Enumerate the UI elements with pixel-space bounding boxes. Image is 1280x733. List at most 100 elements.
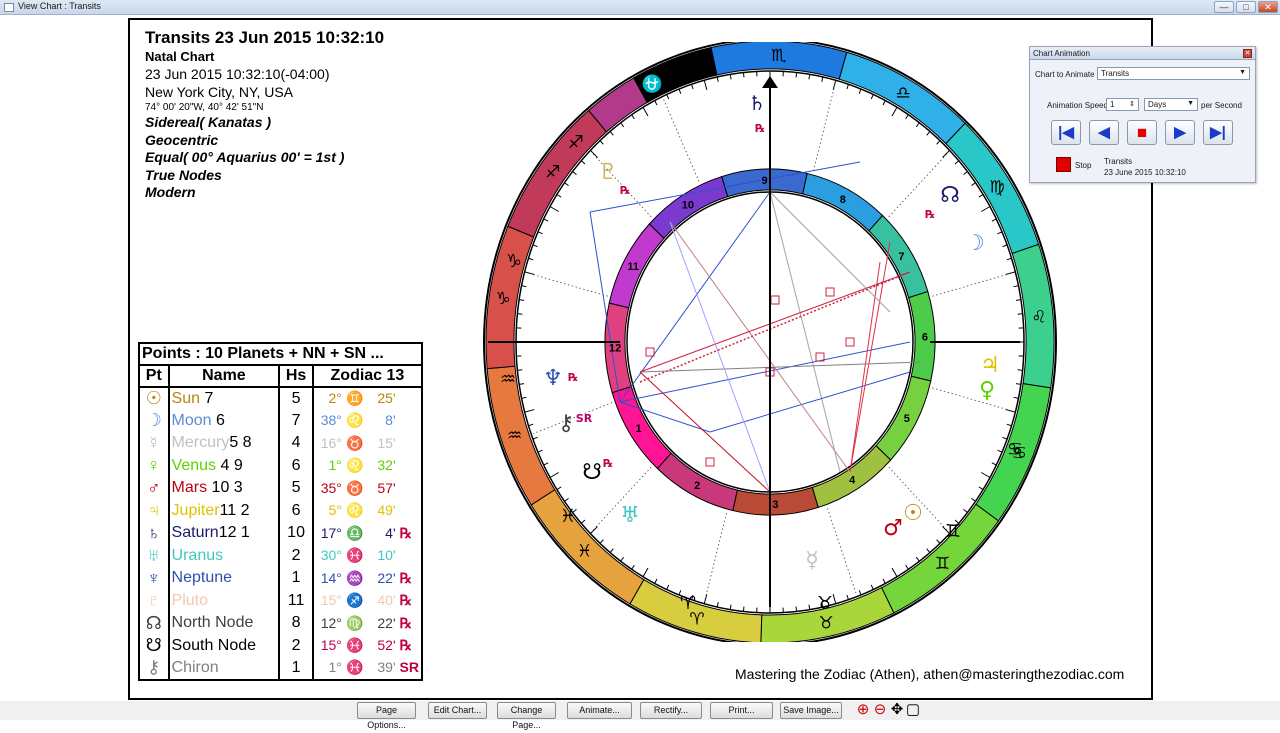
col-header-zodiac: Zodiac 13 [313,365,422,387]
change-page-button[interactable]: Change Page... [497,702,556,719]
zodiac-minute: 22' [368,570,396,586]
animation-panel-title: Chart Animation [1030,47,1255,60]
step-back-button[interactable]: ◀ [1089,120,1119,145]
transit-glyph-icon: ♋ [1007,439,1023,460]
transit-glyph-icon: ℞ [603,457,613,470]
planet-name-cell: Uranus [169,545,280,568]
zodiac-minute: 15' [368,435,396,451]
planet-name-cell: South Node [169,635,280,658]
zoom-out-icon[interactable]: ⊖ [872,702,888,718]
planet-glyph-icon: ☊ [139,612,169,635]
animate-button[interactable]: Animate... [567,702,632,719]
planet-house-refs: 11 2 [220,502,250,519]
planet-name: Neptune [172,569,233,586]
status-title: Transits [1104,157,1132,166]
transit-glyph-icon: ℞ [568,371,578,384]
table-row: ☋South Node215° ♓ 52' ℞ [139,635,422,658]
planet-name-cell: Pluto [169,590,280,613]
planet-name-cell: Saturn12 1 [169,522,280,545]
planet-glyph-icon: ⚷ [139,657,169,680]
move-icon[interactable]: ✥ [889,702,905,718]
house-cell: 2 [279,545,313,568]
minimize-button[interactable]: — [1214,1,1234,13]
tick [796,72,797,77]
zodiac-degree: 12° [316,615,342,631]
planet-glyph-icon: ☿ [139,432,169,455]
zodiac-degree: 35° [316,480,342,496]
planet-name: Chiron [172,659,219,676]
close-button[interactable]: ✕ [1258,1,1278,13]
animation-speed-input[interactable]: 1 ⇕ [1106,98,1139,111]
col-header-pt: Pt [139,365,169,387]
maximize-button[interactable]: □ [1236,1,1256,13]
page-options-button[interactable]: Page Options... [357,702,416,719]
chart-header: Transits 23 Jun 2015 10:32:10 Natal Char… [145,28,384,202]
transit-glyph-icon: ☉ [903,501,923,526]
planet-name-cell: Moon 6 [169,410,280,433]
retrograde-flag: SR [400,659,419,675]
speed-unit-value: Days [1148,100,1166,109]
table-row: ⚷Chiron11° ♓ 39' SR [139,657,422,680]
first-frame-button[interactable]: |◀ [1051,120,1081,145]
app-icon [4,3,14,12]
planet-glyph-icon: ☋ [139,635,169,658]
rectify-button[interactable]: Rectify... [640,702,702,719]
table-row: ☉Sun 752° ♊ 25' [139,387,422,410]
chart-coordinates: 74° 00' 20"W, 40° 42' 51"N [145,101,384,114]
planet-name-cell: Venus 4 9 [169,455,280,478]
house-cell: 7 [279,410,313,433]
zodiac-minute: 32' [368,457,396,473]
transit-glyph-icon: ⚷ [558,411,574,436]
zodiac-cell: 35° ♉ 57' [313,477,422,500]
zodiac-cell: 38° ♌ 8' [313,410,422,433]
planet-name: Mars [172,479,208,496]
house-cell: 4 [279,432,313,455]
zodiac-sign-icon: ♓ [346,659,364,676]
table-row: ☊North Node812° ♍ 22' ℞ [139,612,422,635]
last-frame-button[interactable]: ▶| [1203,120,1233,145]
transit-glyph-icon: ℞ [755,122,765,135]
save-image-button[interactable]: Save Image... [780,702,842,719]
zodiac-cell: 17° ♎ 4' ℞ [313,522,422,545]
print-button[interactable]: Print... [710,702,773,719]
planet-house-refs: 12 1 [219,524,250,541]
window-title: View Chart : Transits [18,1,101,11]
chart-wheel[interactable]: ♏♎♍♌♋♊♉♈♓♒♑♐⛎ 123456789101112 ♄℞☊℞☽♃♀♋♊☉… [470,42,1070,642]
stop-button[interactable]: ■ [1127,120,1157,145]
zodiac-sign-icon: ♒ [507,426,522,446]
house-number: 9 [762,175,768,187]
transit-glyph-icon: ♆ [543,366,563,391]
step-forward-button[interactable]: ▶ [1165,120,1195,145]
planet-name: Saturn [172,524,219,541]
zodiac-degree: 38° [316,412,342,428]
zodiac-cell: 14° ♒ 22' ℞ [313,567,422,590]
table-row: ☿Mercury5 8416° ♉ 15' [139,432,422,455]
spinner-icon[interactable]: ⇕ [1129,100,1135,108]
planet-glyph-icon: ♂ [139,477,169,500]
planet-name-cell: Chiron [169,657,280,680]
transit-glyph-icon: ♈ [680,593,696,614]
animation-close-button[interactable]: ✕ [1243,49,1252,58]
table-row: ♇Pluto1115° ♐ 40' ℞ [139,590,422,613]
planet-glyph-icon: ♅ [139,545,169,568]
fit-icon[interactable]: ▢ [905,702,921,718]
transit-glyph-icon: SR [576,412,593,425]
tick [743,72,744,77]
zoom-in-icon[interactable]: ⊕ [855,702,871,718]
planet-name: Venus [172,457,216,474]
zodiac-sign-icon: ♎ [346,525,364,542]
house-number: 2 [694,480,700,492]
zodiac-sign-icon: ♉ [346,435,364,452]
tick [1018,314,1023,315]
chart-to-animate-select[interactable]: Transits ▼ [1097,67,1250,80]
planet-house-refs: 6 [212,412,225,429]
tick [517,370,522,371]
zodiac-sign-icon: ♌ [346,457,364,474]
planet-name: Sun [172,390,200,407]
zodiac-degree: 15° [316,592,342,608]
edit-chart-button[interactable]: Edit Chart... [428,702,487,719]
house-number: 6 [922,331,928,343]
speed-unit-select[interactable]: Days ▼ [1144,98,1198,111]
setting-house-system: Equal( 00° Aquarius 00' = 1st ) [145,149,384,167]
retrograde-flag: ℞ [400,525,413,541]
